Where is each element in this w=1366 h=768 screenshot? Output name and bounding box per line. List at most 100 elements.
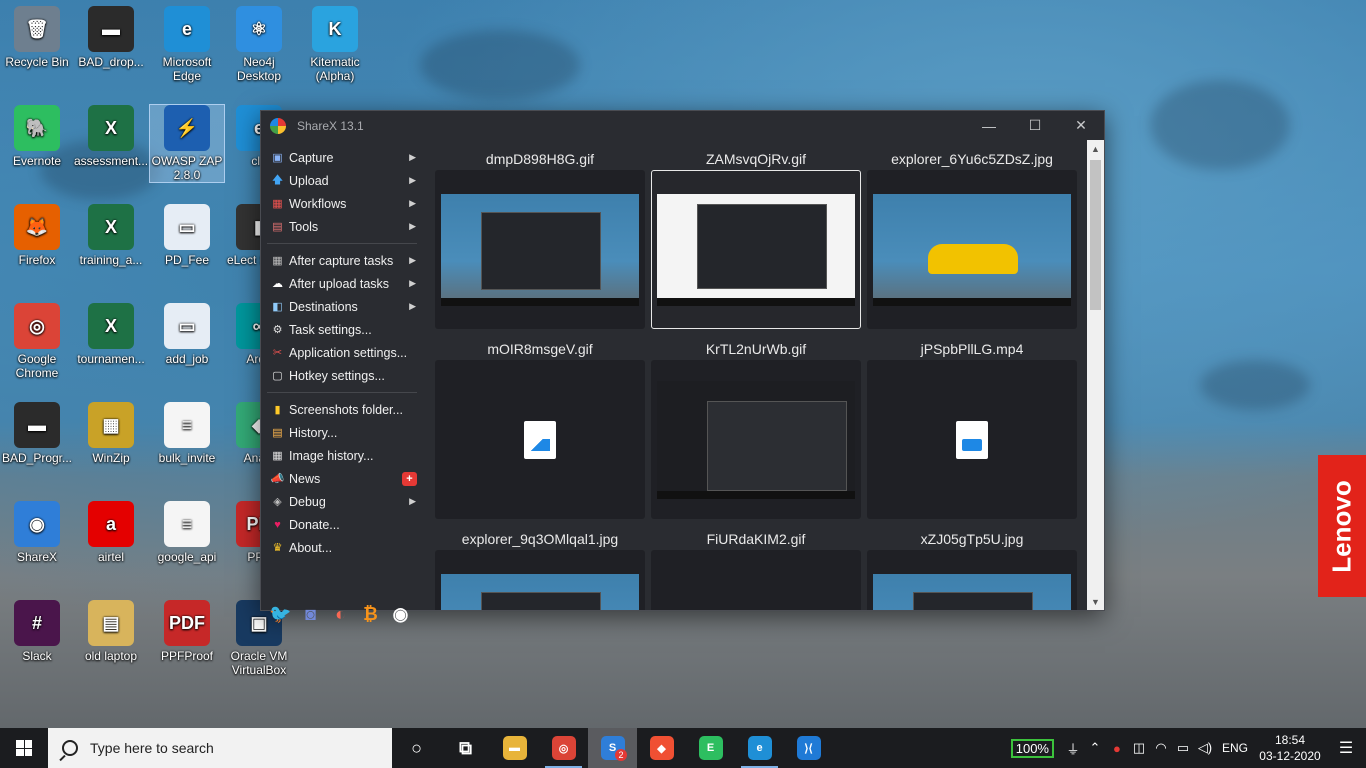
patreon-icon[interactable]: ◐ [329,603,352,626]
menu-item-workflows[interactable]: ▦ Workflows ▶ [261,192,421,215]
menu-item-history[interactable]: ▤ History... [261,421,421,444]
menu-item-upload[interactable]: 🡅 Upload ▶ [261,169,421,192]
desktop-icon-pd-fee[interactable]: ▭ PD_Fee [150,204,224,267]
desktop-icon-label: PD_Fee [164,253,210,267]
minimize-button[interactable]: — [966,111,1012,140]
maximize-button[interactable]: ☐ [1012,111,1058,140]
usb-icon[interactable]: ⏚ [1062,739,1084,758]
gallery-thumbnail[interactable] [867,550,1077,610]
menu-item-after-capture-tasks[interactable]: ▦ After capture tasks ▶ [261,249,421,272]
gallery-thumbnail[interactable] [651,550,861,610]
taskbar-search[interactable] [48,728,392,768]
menu-item-debug[interactable]: ◈ Debug ▶ [261,490,421,513]
wifi-icon[interactable]: ◠ [1150,740,1172,756]
discord-icon[interactable]: ◙ [299,603,322,626]
desktop-icon-google-chrome[interactable]: ◎ Google Chrome [0,303,74,380]
menu-separator [267,392,417,393]
desktop-icon-neo4j-desktop[interactable]: ⚛ Neo4j Desktop [222,6,296,83]
desktop-icon-add-job[interactable]: ▭ add_job [150,303,224,366]
gallery-thumbnail[interactable] [435,170,645,329]
gallery-tile[interactable]: jPSpbPllLG.mp4 [867,330,1077,519]
menu-item-label: Destinations [289,299,358,314]
gallery-thumbnail[interactable] [435,550,645,610]
taskbar-button-git[interactable]: ◆ [637,728,686,768]
desktop-icon-slack[interactable]: # Slack [0,600,74,663]
desktop-icon-microsoft-edge[interactable]: e Microsoft Edge [150,6,224,83]
gallery-tile[interactable]: explorer_6Yu6c5ZDsZ.jpg [867,140,1077,329]
notification-icon[interactable]: ☰ [1326,738,1366,758]
taskbar-button-chrome-taskbar[interactable]: ◎ [539,728,588,768]
desktop-icon-bad-drop[interactable]: ▬ BAD_drop... [74,6,148,69]
menu-item-image-history[interactable]: ▦ Image history... [261,444,421,467]
scroll-thumb[interactable] [1090,160,1101,310]
scroll-up-icon[interactable]: ▲ [1087,140,1104,157]
github-icon[interactable]: ◉ [389,603,412,626]
desktop-icon-owasp-zap-2-8-0[interactable]: ⚡ OWASP ZAP 2.8.0 [149,104,225,183]
menu-item-screenshots-folder[interactable]: ▮ Screenshots folder... [261,398,421,421]
record-icon[interactable]: ● [1106,741,1128,756]
language-indicator[interactable]: ENG [1222,741,1248,755]
taskbar-button-evernote-taskbar[interactable]: E [686,728,735,768]
battery-icon[interactable]: ▭ [1172,740,1194,756]
gallery-tile[interactable]: dmpD898H8G.gif [435,140,645,329]
menu-item-task-settings[interactable]: ⚙ Task settings... [261,318,421,341]
desktop-icon-bulk-invite[interactable]: ≡ bulk_invite [150,402,224,465]
desktop-icon-airtel[interactable]: a airtel [74,501,148,564]
volume-icon[interactable]: ◁) [1194,740,1216,756]
gallery-thumbnail[interactable] [435,360,645,519]
desktop-icon-tournamen[interactable]: Xtournamen... [74,303,148,366]
gallery-thumbnail[interactable] [867,170,1077,329]
gallery-thumbnail[interactable] [651,360,861,519]
clock[interactable]: 18:54 03-12-2020 [1254,732,1326,764]
desktop-icon-training-a[interactable]: Xtraining_a... [74,204,148,267]
search-input[interactable] [90,740,380,756]
desktop-icon-old-laptop[interactable]: ▤ old laptop [74,600,148,663]
scroll-down-icon[interactable]: ▼ [1087,593,1104,610]
taskbar-button-sharex-taskbar[interactable]: S2 [588,728,637,768]
gallery-tile[interactable]: xZJ05gTp5U.jpg [867,520,1077,610]
menu-item-news[interactable]: 📣 News + [261,467,421,490]
gallery-tile[interactable]: FiURdaKIM2.gif [651,520,861,610]
gallery-scrollbar[interactable]: ▲ ▼ [1087,140,1104,610]
camera-icon[interactable]: ◫ [1128,740,1150,756]
taskbar-button-task-view[interactable]: ⧉ [441,728,490,768]
gallery-thumbnail[interactable] [867,360,1077,519]
menu-item-donate[interactable]: ♥ Donate... [261,513,421,536]
menu-item-hotkey-settings[interactable]: ▢ Hotkey settings... [261,364,421,387]
gallery-tile[interactable]: explorer_9q3OMlqal1.jpg [435,520,645,610]
taskbar-button-edge-taskbar[interactable]: e [735,728,784,768]
desktop-icon-recycle-bin[interactable]: 🗑 Recycle Bin [0,6,74,69]
desktop-icon-bad-progr[interactable]: ▬ BAD_Progr... [0,402,74,465]
desktop-icon-evernote[interactable]: 🐘 Evernote [0,105,74,168]
desktop-icon-ppfproof[interactable]: PDF PPFProof [150,600,224,663]
bitcoin-icon[interactable]: ₿ [359,603,382,626]
desktop-icon-firefox[interactable]: 🦊 Firefox [0,204,74,267]
menu-item-about[interactable]: ♛ About... [261,536,421,559]
desktop-icon-label: Oracle VM VirtualBox [230,649,288,677]
title-bar[interactable]: ShareX 13.1 — ☐ ✕ [261,111,1104,140]
gallery-tile[interactable]: ZAMsvqOjRv.gif [651,140,861,329]
chevron-up-icon[interactable]: ⌃ [1084,740,1106,756]
menu-item-destinations[interactable]: ◧ Destinations ▶ [261,295,421,318]
desktop-icon-winzip[interactable]: ▦ WinZip [74,402,148,465]
menu-item-after-upload-tasks[interactable]: ☁ After upload tasks ▶ [261,272,421,295]
menu-item-capture[interactable]: ▣ Capture ▶ [261,146,421,169]
slack-icon: # [14,600,60,646]
desktop-icon-google-api[interactable]: ≡ google_api [150,501,224,564]
gallery-tile[interactable]: KrTL2nUrWb.gif [651,330,861,519]
menu-item-application-settings[interactable]: ✂ Application settings... [261,341,421,364]
close-button[interactable]: ✕ [1058,111,1104,140]
desktop-icon-sharex[interactable]: ◉ ShareX [0,501,74,564]
battery-indicator[interactable]: 100% [1010,738,1054,758]
desktop-icon-kitematic-alpha[interactable]: K Kitematic (Alpha) [298,6,372,83]
gallery-file-name: ZAMsvqOjRv.gif [705,151,807,167]
gallery-tile[interactable]: mOIR8msgeV.gif [435,330,645,519]
desktop-icon-assessment[interactable]: Xassessment... [74,105,148,168]
taskbar-button-file-explorer[interactable]: ▬ [490,728,539,768]
start-button[interactable] [0,728,48,768]
twitter-icon[interactable]: 🐦 [269,603,292,626]
gallery-thumbnail[interactable] [651,170,861,329]
menu-item-tools[interactable]: ▤ Tools ▶ [261,215,421,238]
taskbar-button-cortana[interactable]: ○ [392,728,441,768]
taskbar-button-vscode[interactable]: ⟩⟨ [784,728,833,768]
